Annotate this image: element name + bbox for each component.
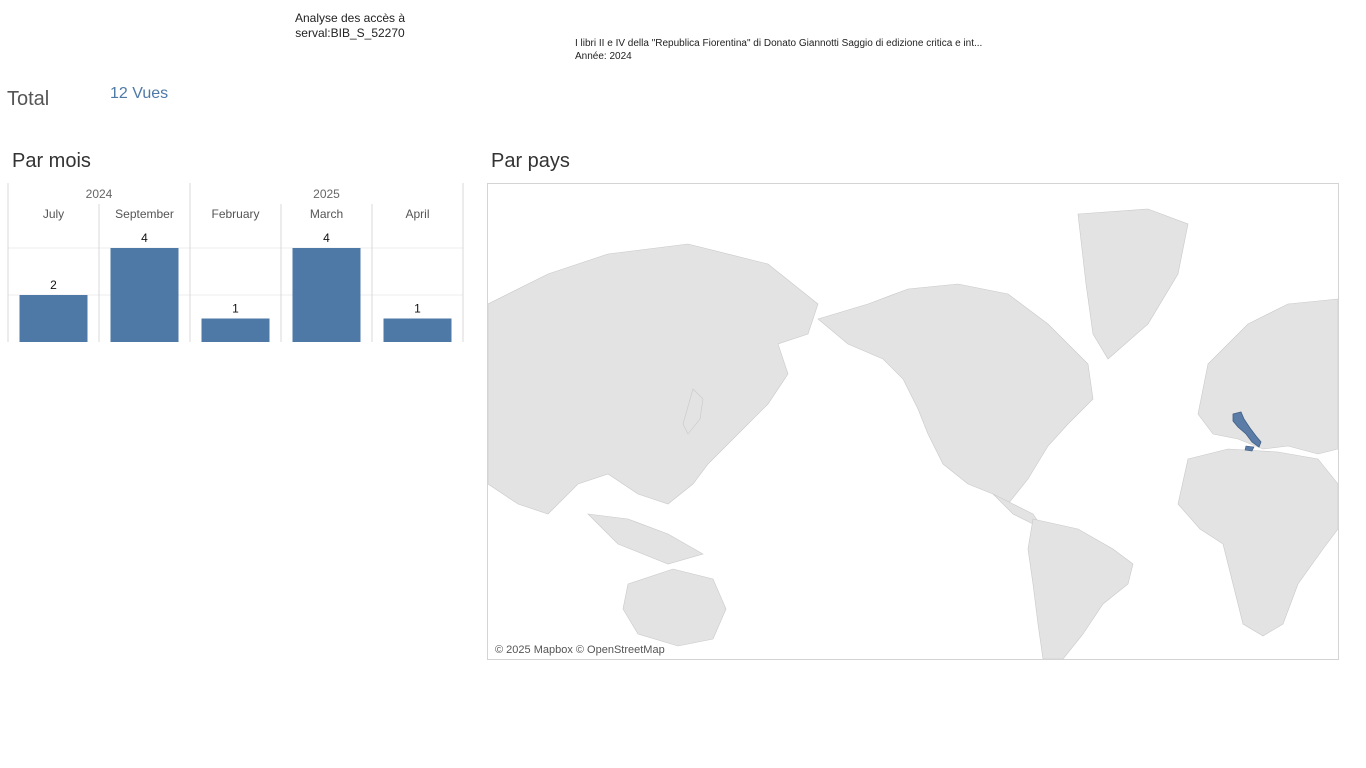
- month-label: July: [43, 207, 64, 221]
- map-attribution[interactable]: © 2025 Mapbox © OpenStreetMap: [495, 644, 665, 656]
- se-asia-islands: [587, 513, 704, 565]
- year-label: 2025: [313, 187, 340, 201]
- greenland-landmass: [1077, 208, 1189, 360]
- document-info: I libri II e IV della "Republica Fiorent…: [575, 37, 982, 63]
- total-label: Total: [7, 88, 50, 110]
- bar: [110, 248, 179, 342]
- report-title-line2: serval:BIB_S_52270: [295, 26, 405, 40]
- month-label: September: [115, 207, 174, 221]
- australia-landmass: [622, 568, 727, 647]
- report-title: Analyse des accès à serval:BIB_S_52270: [250, 11, 450, 41]
- bar-value-label: 2: [50, 278, 57, 292]
- month-label: February: [211, 207, 259, 221]
- total-value[interactable]: 12 Vues: [110, 85, 168, 103]
- bar: [19, 295, 88, 342]
- month-label: April: [405, 207, 429, 221]
- asia-landmass: [488, 243, 819, 515]
- bar: [201, 318, 270, 342]
- bar: [292, 248, 361, 342]
- year-label: 2024: [86, 187, 113, 201]
- bar-value-label: 1: [414, 302, 421, 316]
- month-label: March: [310, 207, 343, 221]
- bar: [383, 318, 452, 342]
- country-map[interactable]: © 2025 Mapbox © OpenStreetMap: [487, 183, 1339, 660]
- document-title: I libri II e IV della "Republica Fiorent…: [575, 38, 983, 49]
- document-year: Année: 2024: [575, 51, 632, 62]
- north-america-landmass: [817, 283, 1094, 505]
- report-title-line1: Analyse des accès à: [294, 11, 406, 25]
- world-map-svg: [488, 208, 1338, 659]
- sicily-highlight: [1244, 445, 1255, 452]
- bar-value-label: 4: [323, 231, 330, 245]
- south-america-landmass: [1027, 518, 1134, 659]
- bar-value-label: 1: [232, 302, 239, 316]
- europe-landmass: [1197, 298, 1338, 455]
- africa-landmass: [1177, 448, 1338, 637]
- by-country-title: Par pays: [491, 150, 570, 172]
- by-month-title: Par mois: [12, 150, 91, 172]
- bar-value-label: 4: [141, 231, 148, 245]
- month-bar-chart: 2024 2025 July 2 September 4 February 1 March 4 Ap…: [7, 183, 464, 342]
